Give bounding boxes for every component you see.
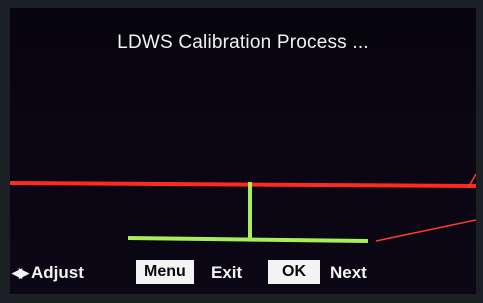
next-label: Next [330,263,367,282]
adjust-hint[interactable]: ◀▶ Adjust [12,263,84,283]
lane-pointer-line [375,219,476,242]
horizon-line[interactable] [10,181,476,188]
ok-key[interactable]: OK [268,260,320,284]
adjust-label: Adjust [31,263,84,282]
menu-key[interactable]: Menu [136,260,194,284]
left-right-arrows-icon: ◀▶ [12,265,29,280]
calibration-overlay [10,173,476,243]
device-frame: LDWS Calibration Process ... ◀▶ Adjust M… [0,0,483,303]
button-hint-bar: ◀▶ Adjust Menu Exit OK Next [10,259,476,289]
exit-label: Exit [211,263,243,282]
lane-guide-line[interactable] [127,236,369,243]
calibration-screen: LDWS Calibration Process ... ◀▶ Adjust M… [10,8,476,294]
